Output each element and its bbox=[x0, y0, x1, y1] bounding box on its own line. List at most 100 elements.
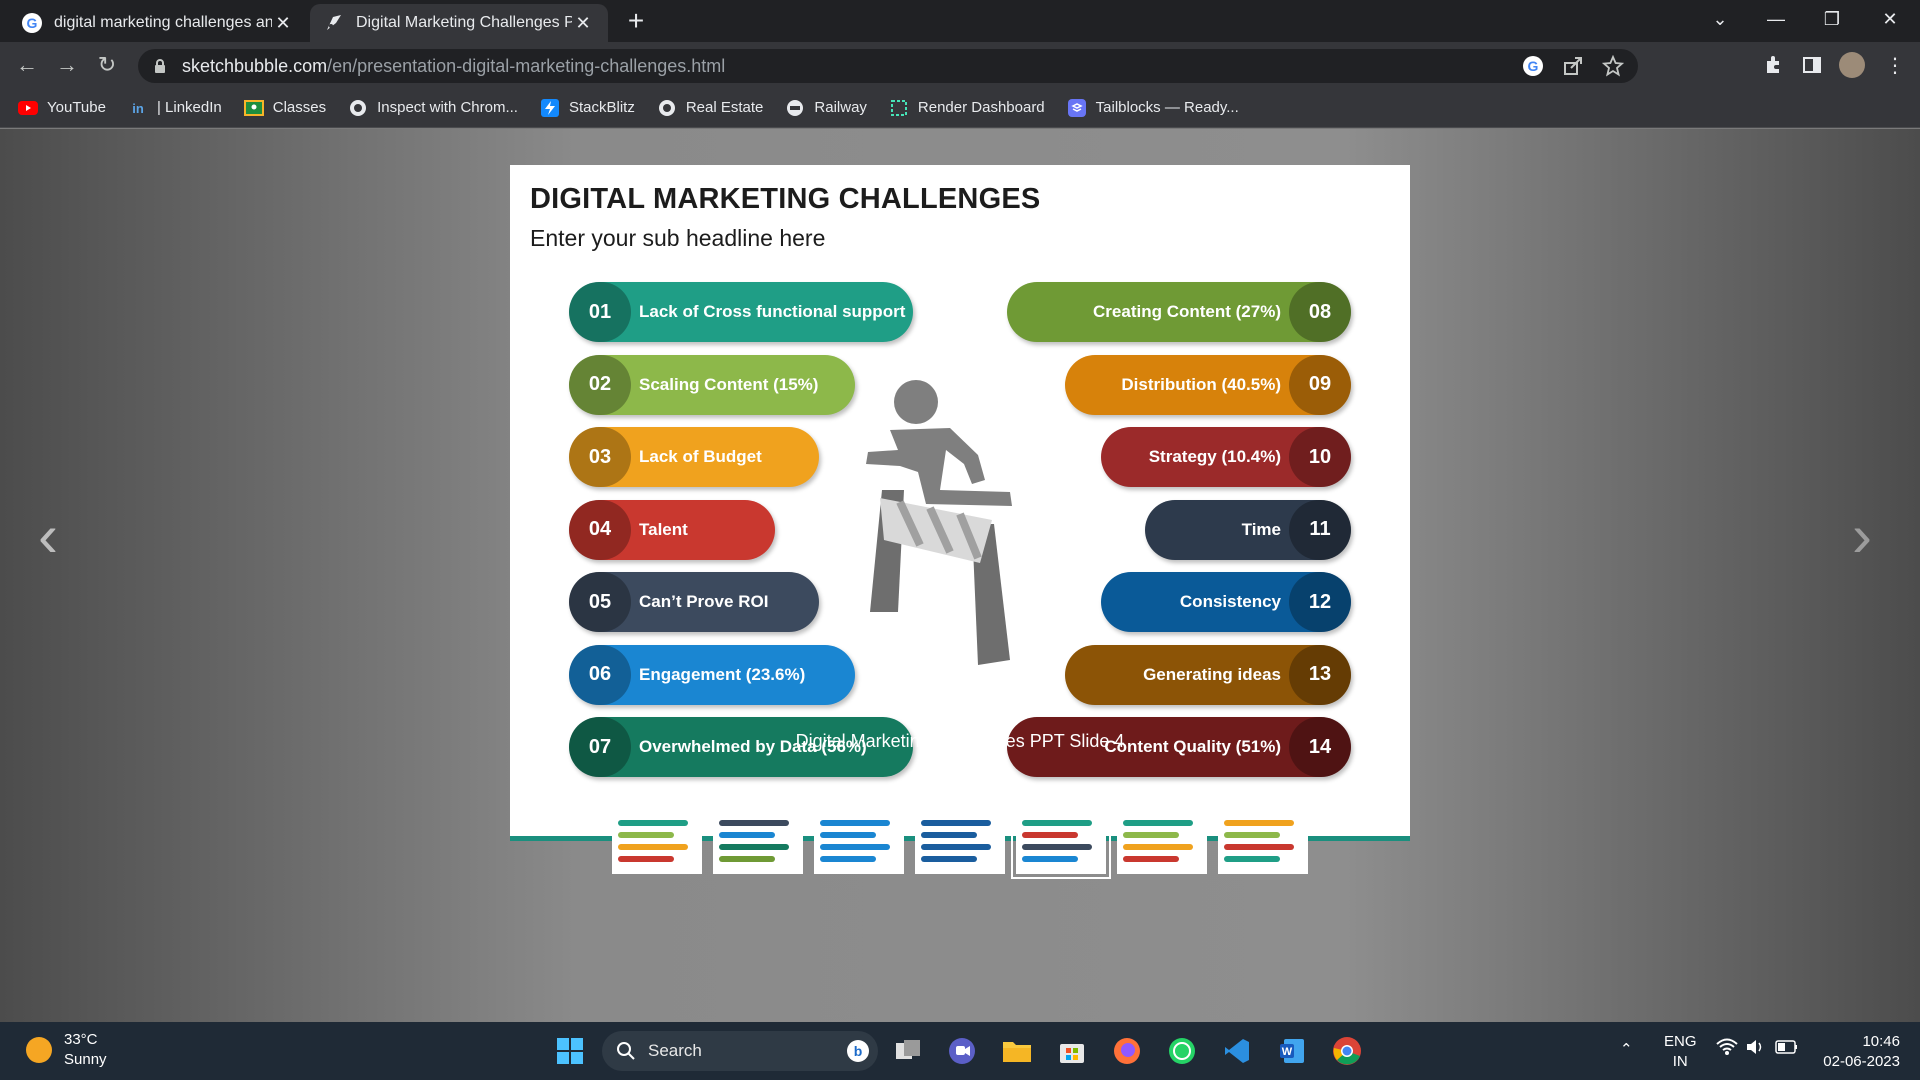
side-panel-icon[interactable] bbox=[1797, 50, 1827, 80]
challenge-label: Can’t Prove ROI bbox=[639, 592, 769, 611]
slide-thumbnail[interactable] bbox=[612, 806, 702, 874]
weather-widget[interactable]: 33°C Sunny bbox=[26, 1030, 107, 1070]
challenge-label: Generating ideas bbox=[1143, 664, 1281, 684]
slide-thumbnail[interactable] bbox=[1011, 801, 1111, 879]
volume-icon[interactable] bbox=[1745, 1038, 1765, 1062]
slide-thumbnail[interactable] bbox=[1218, 806, 1308, 874]
time: 10:46 bbox=[1862, 1033, 1900, 1050]
firefox-icon[interactable] bbox=[1109, 1033, 1145, 1069]
windows-start-icon[interactable] bbox=[552, 1033, 588, 1069]
bookmark-youtube[interactable]: YouTube bbox=[18, 98, 106, 118]
vscode-icon[interactable] bbox=[1219, 1033, 1255, 1069]
bookmark-label: Railway bbox=[814, 99, 867, 116]
tab-title: digital marketing challenges and bbox=[54, 14, 272, 31]
bookmark-star-icon[interactable] bbox=[1602, 55, 1624, 77]
thumbnail-preview-bar bbox=[1022, 820, 1092, 826]
browser-menu-icon[interactable]: ⋮ bbox=[1880, 50, 1910, 80]
close-icon[interactable]: ✕ bbox=[572, 13, 594, 34]
bookmark-inspect[interactable]: Inspect with Chrom... bbox=[348, 98, 518, 118]
tab-google-search[interactable]: G digital marketing challenges and ✕ bbox=[8, 4, 308, 42]
bookmark-stackblitz[interactable]: StackBlitz bbox=[540, 98, 635, 118]
share-icon[interactable] bbox=[1562, 55, 1584, 77]
challenge-number: 13 bbox=[1289, 644, 1351, 705]
word-icon[interactable]: W bbox=[1274, 1033, 1310, 1069]
slide-viewer: ‹ › DIGITAL MARKETING CHALLENGES Enter y… bbox=[0, 129, 1920, 1022]
svg-text:G: G bbox=[27, 15, 38, 31]
challenge-number: 04 bbox=[569, 499, 631, 560]
url-path: /en/presentation-digital-marketing-chall… bbox=[327, 55, 726, 76]
next-slide-arrow[interactable]: › bbox=[1852, 501, 1872, 570]
bookmark-label: Inspect with Chrom... bbox=[377, 99, 518, 116]
railway-icon bbox=[785, 98, 805, 118]
forward-button[interactable]: → bbox=[52, 50, 82, 80]
whatsapp-icon[interactable] bbox=[1164, 1033, 1200, 1069]
challenge-number: 09 bbox=[1289, 354, 1351, 415]
extensions-icon[interactable] bbox=[1758, 50, 1788, 80]
previous-slide-arrow[interactable]: ‹ bbox=[38, 501, 58, 570]
globe-icon bbox=[348, 98, 368, 118]
back-button[interactable]: ← bbox=[12, 50, 42, 80]
thumbnail-preview-bar bbox=[1123, 856, 1179, 862]
bookmark-real-estate[interactable]: Real Estate bbox=[657, 98, 763, 118]
new-tab-button[interactable]: + bbox=[620, 6, 652, 38]
challenge-number: 06 bbox=[569, 644, 631, 705]
stackblitz-icon bbox=[540, 98, 560, 118]
region-code: IN bbox=[1672, 1053, 1688, 1070]
challenge-pill-03: 03 Lack of Budget bbox=[569, 427, 819, 487]
close-window-button[interactable]: ✕ bbox=[1862, 0, 1918, 38]
thumbnail-preview-bar bbox=[1224, 832, 1280, 838]
wifi-icon[interactable] bbox=[1716, 1038, 1738, 1062]
file-explorer-icon[interactable] bbox=[999, 1033, 1035, 1069]
bookmark-classes[interactable]: Classes bbox=[243, 98, 327, 118]
battery-icon[interactable] bbox=[1775, 1038, 1799, 1062]
thumbnail-preview-bar bbox=[921, 844, 991, 850]
chrome-icon[interactable] bbox=[1329, 1033, 1365, 1069]
google-lens-icon[interactable]: G bbox=[1522, 55, 1544, 77]
tab-title: Digital Marketing Challenges Pov bbox=[356, 14, 572, 31]
restore-button[interactable]: ❐ bbox=[1804, 0, 1860, 38]
minimize-button[interactable]: — bbox=[1748, 0, 1804, 38]
thumbnail-preview-bar bbox=[820, 820, 890, 826]
thumbnail-preview-bar bbox=[719, 844, 789, 850]
bing-icon: b bbox=[847, 1040, 869, 1062]
close-icon[interactable]: ✕ bbox=[272, 13, 294, 34]
challenge-label: Scaling Content (15%) bbox=[639, 374, 819, 394]
bookmark-label: Tailblocks — Ready... bbox=[1095, 99, 1239, 116]
bookmark-tailblocks[interactable]: Tailblocks — Ready... bbox=[1067, 98, 1239, 118]
challenge-label: Talent bbox=[639, 519, 688, 539]
thumbnail-preview-bar bbox=[719, 856, 775, 862]
bookmark-label: | LinkedIn bbox=[156, 99, 222, 116]
language-indicator[interactable]: ENG IN bbox=[1664, 1032, 1697, 1072]
svg-text:in: in bbox=[132, 101, 144, 116]
profile-avatar[interactable] bbox=[1837, 50, 1867, 80]
slide-thumbnail[interactable] bbox=[713, 806, 803, 874]
challenge-pill-04: 04 Talent bbox=[569, 499, 775, 560]
address-bar[interactable]: sketchbubble.com/en/presentation-digital… bbox=[138, 49, 1638, 83]
tab-search-button[interactable]: ⌄ bbox=[1692, 0, 1748, 38]
taskbar-search[interactable]: Search b bbox=[602, 1031, 878, 1071]
show-hidden-icons-button[interactable]: ⌃ bbox=[1620, 1040, 1633, 1060]
svg-text:W: W bbox=[1282, 1046, 1293, 1058]
microsoft-store-icon[interactable] bbox=[1054, 1033, 1090, 1069]
slide-thumbnail[interactable] bbox=[814, 806, 904, 874]
bookmark-linkedin[interactable]: in | LinkedIn bbox=[128, 98, 222, 118]
bookmark-label: Classes bbox=[272, 99, 327, 116]
bookmark-render[interactable]: Render Dashboard bbox=[889, 98, 1045, 118]
challenge-number: 12 bbox=[1289, 572, 1351, 632]
clock[interactable]: 10:46 02-06-2023 bbox=[1812, 1032, 1900, 1072]
bookmark-railway[interactable]: Railway bbox=[785, 98, 867, 118]
task-view-icon[interactable] bbox=[890, 1033, 926, 1069]
thumbnail-preview-bar bbox=[618, 820, 688, 826]
hurdle-jumper-illustration bbox=[866, 380, 1012, 665]
thumbnail-strip bbox=[612, 801, 1308, 879]
tab-sketchbubble[interactable]: Digital Marketing Challenges Pov ✕ bbox=[310, 4, 608, 42]
reload-button[interactable]: ↻ bbox=[92, 50, 122, 80]
render-icon bbox=[889, 98, 909, 118]
teams-chat-icon[interactable] bbox=[944, 1033, 980, 1069]
slide-thumbnail[interactable] bbox=[915, 806, 1005, 874]
sun-icon bbox=[26, 1037, 52, 1063]
challenge-number: 11 bbox=[1289, 499, 1351, 560]
slide-thumbnail[interactable] bbox=[1117, 806, 1207, 874]
thumbnail-preview-bar bbox=[1224, 844, 1294, 850]
bookmark-label: StackBlitz bbox=[568, 99, 635, 116]
